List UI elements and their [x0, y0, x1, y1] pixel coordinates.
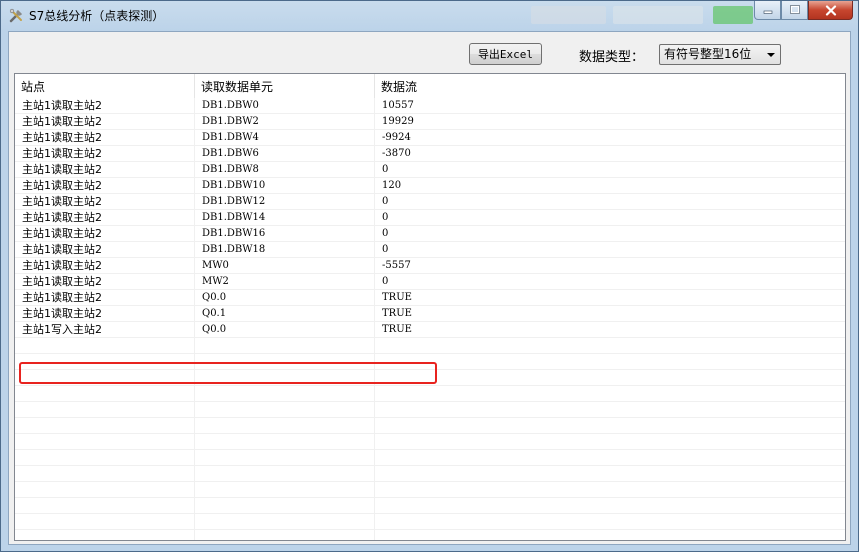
station-cell: 主站1读取主站2: [15, 98, 195, 114]
minimize-icon: [763, 10, 772, 14]
table-row[interactable]: 主站1写入主站2 Q0.0 TRUE: [15, 322, 845, 338]
empty-row: [15, 450, 845, 466]
station-cell: 主站1读取主站2: [15, 130, 195, 146]
table-row[interactable]: 主站1读取主站2 DB1.DBW14 0: [15, 210, 845, 226]
table-row[interactable]: 主站1读取主站2 DB1.DBW6 -3870: [15, 146, 845, 162]
data-value-cell: 120: [382, 180, 402, 191]
export-excel-button[interactable]: 导出Excel: [469, 43, 542, 65]
table-row[interactable]: 主站1读取主站2 Q0.1 TRUE: [15, 306, 845, 322]
data-type-value: 有符号整型16位: [664, 47, 752, 61]
table-row[interactable]: 主站1读取主站2 DB1.DBW12 0: [15, 194, 845, 210]
window-title: S7总线分析（点表探测）: [29, 9, 165, 23]
empty-row: [15, 530, 845, 540]
station-cell: 主站1读取主站2: [15, 210, 195, 226]
empty-row: [15, 354, 845, 370]
empty-row: [15, 402, 845, 418]
data-list-view[interactable]: 站点 读取数据单元 数据流 主站1读取主站2 DB1.DBW0 10557 主站1读…: [14, 73, 846, 541]
table-row[interactable]: 主站1读取主站2 MW2 0: [15, 274, 845, 290]
window-controls: [754, 1, 853, 21]
station-cell: 主站1读取主站2: [15, 274, 195, 290]
column-header-data-unit[interactable]: 读取数据单元: [195, 74, 375, 98]
background-window-blur: [713, 6, 753, 24]
station-cell: 主站1读取主站2: [15, 290, 195, 306]
station-cell: 主站1读取主站2: [15, 162, 195, 178]
data-value-cell: -5557: [382, 260, 411, 271]
data-value-cell: TRUE: [382, 324, 412, 335]
data-value-cell: TRUE: [382, 308, 412, 319]
maximize-icon: [789, 5, 800, 14]
data-value-cell: 10557: [382, 100, 414, 111]
background-window-blur: [531, 6, 606, 24]
data-value-cell: 0: [382, 212, 389, 223]
data-value-cell: -3870: [382, 148, 411, 159]
station-cell: 主站1读取主站2: [15, 306, 195, 322]
station-cell: 主站1写入主站2: [15, 322, 195, 338]
table-row[interactable]: 主站1读取主站2 Q0.0 TRUE: [15, 290, 845, 306]
data-unit-cell: MW2: [195, 274, 375, 290]
data-unit-cell: DB1.DBW2: [195, 114, 375, 130]
empty-row: [15, 370, 845, 386]
data-value-cell: -9924: [382, 132, 411, 143]
close-button[interactable]: [808, 1, 853, 20]
data-value-cell: 0: [382, 276, 389, 287]
data-value-cell: 0: [382, 164, 389, 175]
client-area: 导出Excel 数据类型： 有符号整型16位 站点 读取数据单元 数据流 主站1…: [8, 31, 851, 545]
data-unit-cell: Q0.0: [195, 322, 375, 338]
title-bar[interactable]: S7总线分析（点表探测）: [1, 1, 858, 31]
data-value-cell: 19929: [382, 116, 414, 127]
empty-row: [15, 418, 845, 434]
data-unit-cell: Q0.0: [195, 290, 375, 306]
data-type-label: 数据类型：: [579, 50, 645, 65]
data-unit-cell: DB1.DBW6: [195, 146, 375, 162]
background-window-blur: [613, 6, 703, 24]
empty-row: [15, 482, 845, 498]
tools-icon: [9, 8, 22, 23]
data-unit-cell: DB1.DBW0: [195, 98, 375, 114]
station-cell: 主站1读取主站2: [15, 146, 195, 162]
data-unit-cell: MW0: [195, 258, 375, 274]
empty-row: [15, 434, 845, 450]
table-row[interactable]: 主站1读取主站2 DB1.DBW18 0: [15, 242, 845, 258]
empty-row: [15, 466, 845, 482]
data-unit-cell: DB1.DBW8: [195, 162, 375, 178]
data-value-cell: 0: [382, 228, 389, 239]
station-cell: 主站1读取主站2: [15, 114, 195, 130]
data-value-cell: TRUE: [382, 292, 412, 303]
column-header-station[interactable]: 站点: [15, 74, 195, 98]
station-cell: 主站1读取主站2: [15, 194, 195, 210]
data-type-select[interactable]: 有符号整型16位: [659, 44, 781, 65]
minimize-button[interactable]: [754, 1, 781, 20]
table-row[interactable]: 主站1读取主站2 DB1.DBW10 120: [15, 178, 845, 194]
close-icon: [825, 4, 836, 16]
table-row[interactable]: 主站1读取主站2 MW0 -5557: [15, 258, 845, 274]
data-unit-cell: DB1.DBW10: [195, 178, 375, 194]
data-unit-cell: DB1.DBW18: [195, 242, 375, 258]
station-cell: 主站1读取主站2: [15, 242, 195, 258]
chevron-down-icon: [767, 53, 775, 57]
list-body: 主站1读取主站2 DB1.DBW0 10557 主站1读取主站2 DB1.DBW2 19…: [15, 98, 845, 540]
station-cell: 主站1读取主站2: [15, 178, 195, 194]
table-row[interactable]: 主站1读取主站2 DB1.DBW16 0: [15, 226, 845, 242]
empty-row: [15, 498, 845, 514]
table-row[interactable]: 主站1读取主站2 DB1.DBW8 0: [15, 162, 845, 178]
empty-row: [15, 514, 845, 530]
app-window: S7总线分析（点表探测） 导出Excel 数据类型： 有符号整型16位 站点 读…: [0, 0, 859, 552]
table-row[interactable]: 主站1读取主站2 DB1.DBW2 19929: [15, 114, 845, 130]
data-unit-cell: DB1.DBW16: [195, 226, 375, 242]
data-unit-cell: DB1.DBW12: [195, 194, 375, 210]
column-header-data-stream[interactable]: 数据流: [375, 74, 845, 98]
table-row[interactable]: 主站1读取主站2 DB1.DBW4 -9924: [15, 130, 845, 146]
station-cell: 主站1读取主站2: [15, 226, 195, 242]
data-value-cell: 0: [382, 196, 389, 207]
maximize-button[interactable]: [781, 1, 808, 20]
data-value-cell: 0: [382, 244, 389, 255]
data-unit-cell: DB1.DBW4: [195, 130, 375, 146]
empty-row: [15, 386, 845, 402]
empty-row: [15, 338, 845, 354]
station-cell: 主站1读取主站2: [15, 258, 195, 274]
data-unit-cell: Q0.1: [195, 306, 375, 322]
table-row[interactable]: 主站1读取主站2 DB1.DBW0 10557: [15, 98, 845, 114]
data-unit-cell: DB1.DBW14: [195, 210, 375, 226]
list-header: 站点 读取数据单元 数据流: [15, 74, 845, 98]
